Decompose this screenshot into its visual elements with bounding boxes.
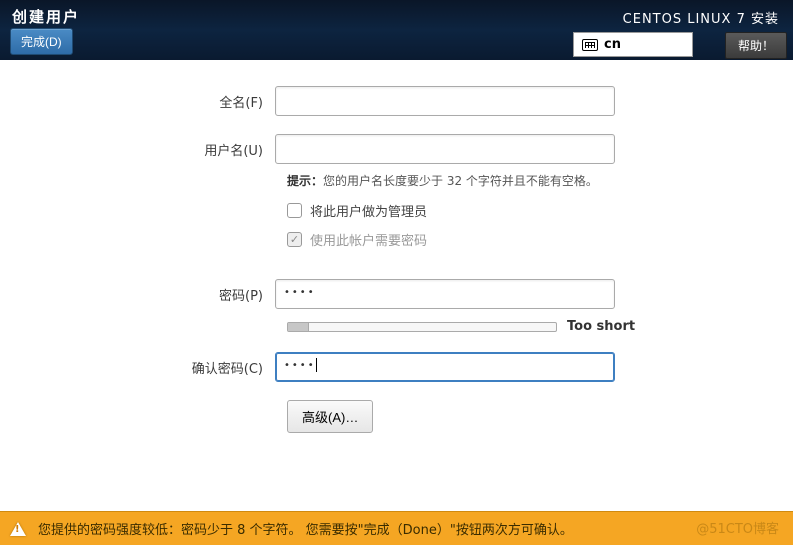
password-dots: •••• <box>284 287 316 298</box>
password-strength-meter <box>287 322 557 332</box>
hint-text: 您的用户名长度要少于 32 个字符并且不能有空格。 <box>323 174 598 188</box>
row-full-name: 全名(F) <box>0 86 793 116</box>
keyboard-icon <box>582 39 598 51</box>
require-password-label: 使用此帐户需要密码 <box>310 230 427 249</box>
label-confirm-password: 确认密码(C) <box>0 358 275 377</box>
warning-text: 您提供的密码强度较低：密码少于 8 个字符。 您需要按"完成（Done）"按钮两… <box>38 519 573 538</box>
password-strength-row: Too short <box>287 319 793 334</box>
keyboard-layout-selector[interactable]: cn <box>573 32 693 57</box>
installer-header: 创建用户 完成(D) CENTOS LINUX 7 安装 cn 帮助！ <box>0 0 793 60</box>
password-input[interactable]: •••• <box>275 279 615 309</box>
confirm-password-dots: •••• <box>284 360 316 371</box>
hint-prefix: 提示： <box>287 174 323 188</box>
advanced-button[interactable]: 高级(A)… <box>287 400 373 433</box>
require-password-checkbox: ✓ <box>287 232 302 247</box>
warning-bar: 您提供的密码强度较低：密码少于 8 个字符。 您需要按"完成（Done）"按钮两… <box>0 511 793 545</box>
page-title: 创建用户 <box>12 6 80 27</box>
username-hint: 提示：您的用户名长度要少于 32 个字符并且不能有空格。 <box>287 172 793 189</box>
row-confirm-password: 确认密码(C) •••• <box>0 352 793 382</box>
warning-icon <box>10 522 26 536</box>
done-button[interactable]: 完成(D) <box>10 28 73 55</box>
installer-subtitle: CENTOS LINUX 7 安装 <box>623 8 779 27</box>
keyboard-layout-text: cn <box>604 37 621 52</box>
full-name-input[interactable] <box>275 86 615 116</box>
help-button[interactable]: 帮助！ <box>725 32 787 59</box>
password-strength-fill <box>288 323 309 331</box>
label-full-name: 全名(F) <box>0 92 275 111</box>
row-username: 用户名(U) <box>0 134 793 164</box>
require-password-row: ✓ 使用此帐户需要密码 <box>287 230 793 249</box>
password-strength-label: Too short <box>567 319 635 334</box>
label-username: 用户名(U) <box>0 140 275 159</box>
row-password: 密码(P) •••• <box>0 279 793 309</box>
watermark-text: @51CTO博客 <box>696 518 779 537</box>
admin-checkbox[interactable] <box>287 203 302 218</box>
confirm-password-input[interactable]: •••• <box>275 352 615 382</box>
text-cursor-icon <box>316 358 317 372</box>
user-form: 全名(F) 用户名(U) 提示：您的用户名长度要少于 32 个字符并且不能有空格… <box>0 86 793 433</box>
admin-checkbox-row[interactable]: 将此用户做为管理员 <box>287 201 793 220</box>
admin-checkbox-label: 将此用户做为管理员 <box>310 201 427 220</box>
label-password: 密码(P) <box>0 285 275 304</box>
username-input[interactable] <box>275 134 615 164</box>
